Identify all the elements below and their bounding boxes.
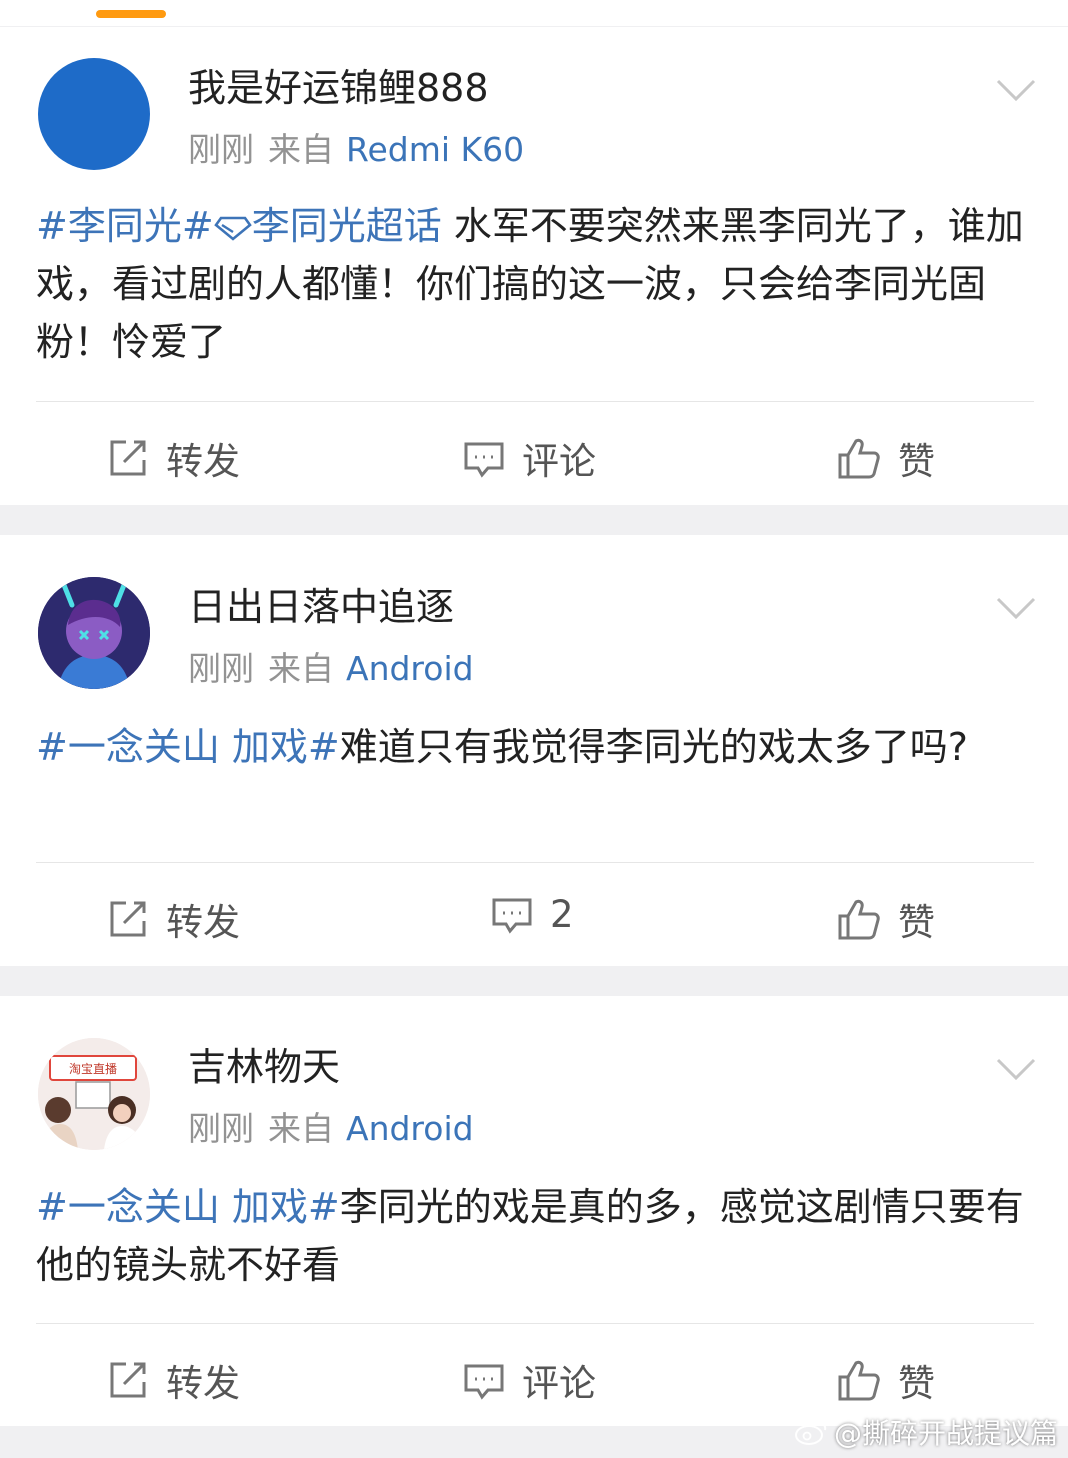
comment-label: 评论 <box>522 1362 596 1405</box>
weibo-logo-icon <box>794 1421 827 1445</box>
post-text: #一念关山 加戏#李同光的戏是真的多，感觉这剧情只要有他的镜头就不好看 <box>36 1178 1032 1294</box>
post-time: 刚刚 <box>188 1109 254 1148</box>
username[interactable]: 我是好运锦鲤888 <box>188 64 489 112</box>
divider <box>36 401 1034 402</box>
watermark: @撕碎开战提议篇 <box>794 1412 1058 1452</box>
post-text: #一念关山 加戏#难道只有我觉得李同光的戏太多了吗? <box>36 718 1032 776</box>
comment-icon <box>492 898 532 934</box>
chevron-down-icon[interactable] <box>994 67 1038 111</box>
post-meta: 刚刚 来自 Android <box>188 1109 474 1149</box>
like-label: 赞 <box>898 901 935 944</box>
post-time: 刚刚 <box>188 130 254 169</box>
post-body: 难道只有我觉得李同光的戏太多了吗? <box>339 725 968 769</box>
post-time: 刚刚 <box>188 649 254 688</box>
repost-icon <box>110 440 146 476</box>
hashtag-link[interactable]: #李同光# <box>36 204 214 248</box>
like-button[interactable]: 赞 <box>836 892 935 946</box>
chevron-down-icon[interactable] <box>994 585 1038 629</box>
thumbs-up-icon <box>838 1360 880 1401</box>
top-bar <box>0 0 1068 26</box>
avatar[interactable] <box>38 58 150 170</box>
post-text: #李同光# 李同光超话 水军不要突然来黑李同光了，谁加戏，看过剧的人都懂！你们搞的… <box>36 197 1032 371</box>
source-label: 来自 <box>268 1109 334 1148</box>
like-label: 赞 <box>898 440 935 483</box>
comment-button[interactable]: 2 <box>490 892 574 936</box>
repost-button[interactable]: 转发 <box>106 431 240 485</box>
divider <box>36 862 1034 863</box>
avatar[interactable]: 淘宝直播 <box>38 1038 150 1150</box>
thumbs-up-icon <box>838 899 880 940</box>
like-button[interactable]: 赞 <box>836 1353 935 1407</box>
repost-label: 转发 <box>166 440 240 483</box>
post-meta: 刚刚 来自 Redmi K60 <box>188 130 524 170</box>
comment-button[interactable]: 评论 <box>462 1353 596 1407</box>
repost-icon <box>110 901 146 937</box>
repost-button[interactable]: 转发 <box>106 892 240 946</box>
comment-label: 评论 <box>522 440 596 483</box>
device-name[interactable]: Redmi K60 <box>346 130 524 169</box>
source-label: 来自 <box>268 130 334 169</box>
device-name[interactable]: Android <box>346 649 474 688</box>
like-button[interactable]: 赞 <box>836 431 935 485</box>
avatar-photo: 淘宝直播 <box>38 1038 150 1150</box>
divider <box>36 1323 1034 1324</box>
like-label: 赞 <box>898 1362 935 1405</box>
source-label: 来自 <box>268 649 334 688</box>
comment-icon <box>464 442 504 478</box>
repost-icon <box>110 1362 146 1398</box>
chevron-down-icon[interactable] <box>994 1046 1038 1090</box>
repost-label: 转发 <box>166 1362 240 1405</box>
avatar[interactable] <box>38 577 150 689</box>
post-meta: 刚刚 来自 Android <box>188 649 474 689</box>
comment-count: 2 <box>550 892 574 936</box>
device-name[interactable]: Android <box>346 1109 474 1148</box>
avatar-illustration <box>38 577 150 689</box>
watermark-text: @撕碎开战提议篇 <box>833 1417 1058 1450</box>
repost-button[interactable]: 转发 <box>106 1353 240 1407</box>
tab-indicator <box>96 10 166 18</box>
hashtag-link[interactable]: #一念关山 加戏# <box>36 1185 340 1229</box>
hashtag-link[interactable]: #一念关山 加戏# <box>36 725 340 769</box>
avatar-sign-text: 淘宝直播 <box>69 1062 117 1076</box>
thumbs-up-icon <box>838 438 880 479</box>
post-card: 我是好运锦鲤888 刚刚 来自 Redmi K60 #李同光# 李同光超话 水军不要突… <box>0 27 1068 505</box>
username[interactable]: 日出日落中追逐 <box>188 583 454 631</box>
super-topic-link[interactable]: 李同光超话 <box>252 204 442 248</box>
comment-icon <box>464 1364 504 1400</box>
post-card: 淘宝直播 吉林物天 刚刚 来自 Android #一念关山 加戏#李同光的戏是真的多… <box>0 996 1068 1426</box>
username[interactable]: 吉林物天 <box>188 1043 340 1091</box>
post-card: 日出日落中追逐 刚刚 来自 Android #一念关山 加戏#难道只有我觉得李同光的… <box>0 535 1068 966</box>
repost-label: 转发 <box>166 901 240 944</box>
super-topic-icon <box>213 216 252 241</box>
comment-button[interactable]: 评论 <box>462 431 596 485</box>
